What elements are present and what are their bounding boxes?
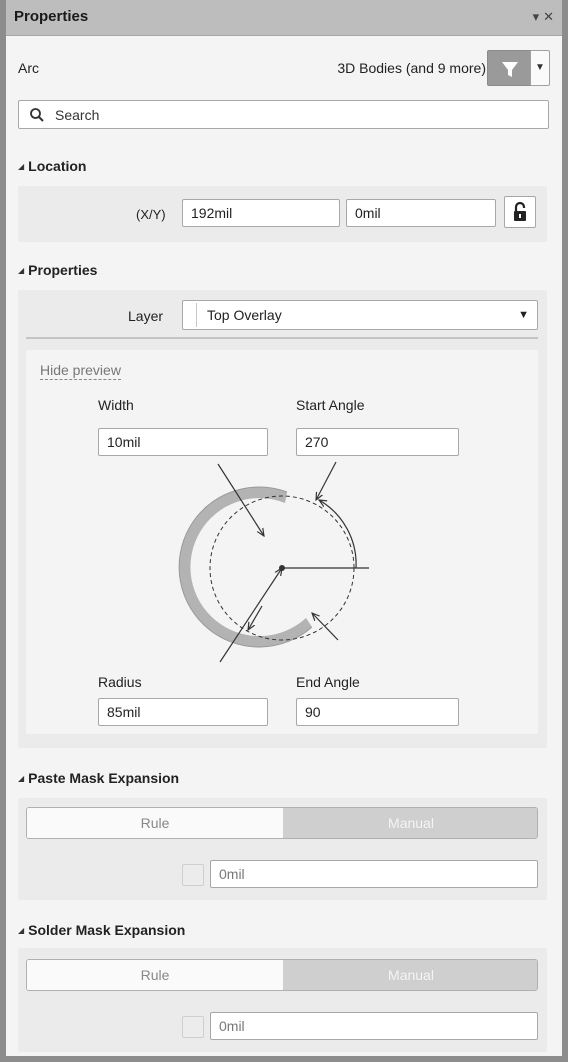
paste-mask-value-field[interactable]: 0mil [210, 860, 538, 888]
search-placeholder: Search [55, 107, 100, 123]
radius-field[interactable]: 85mil [98, 698, 268, 726]
titlebar-controls: ▾✕ [533, 9, 558, 25]
paste-mask-section-header[interactable]: ◢ Paste Mask Expansion [18, 770, 179, 786]
end-angle-field[interactable]: 90 [296, 698, 459, 726]
layer-color-swatch [187, 303, 197, 327]
collapse-triangle-icon: ◢ [18, 266, 25, 275]
radius-label: Radius [98, 674, 142, 690]
properties-title: Properties [28, 262, 98, 278]
xy-label: (X/Y) [136, 207, 166, 222]
object-type-label: Arc [18, 60, 39, 76]
search-icon [30, 108, 44, 122]
arc-preview-area: Hide preview Width 10mil Start Angle 270 [26, 350, 538, 734]
solder-mask-checkbox[interactable] [182, 1016, 204, 1038]
layer-select[interactable]: Top Overlay ▼ [182, 300, 538, 330]
solder-mask-value-field[interactable]: 0mil [210, 1012, 538, 1040]
filter-dropdown-button[interactable]: ▼ [530, 50, 550, 86]
collapse-triangle-icon: ◢ [18, 162, 25, 171]
paste-mask-mode-toggle: Rule Manual [26, 807, 538, 839]
divider [26, 337, 538, 339]
panel-title: Properties [14, 8, 89, 25]
paste-mask-manual-option[interactable]: Manual [283, 808, 537, 838]
end-angle-label: End Angle [296, 674, 360, 690]
layer-value: Top Overlay [207, 307, 282, 323]
properties-panel: Properties ▾✕ Arc 3D Bodies (and 9 more)… [0, 0, 568, 1062]
solder-mask-title: Solder Mask Expansion [28, 922, 186, 938]
solder-mask-mode-toggle: Rule Manual [26, 959, 538, 991]
panel-titlebar: Properties ▾✕ [6, 0, 562, 36]
padlock-open-icon [514, 201, 526, 221]
filter-summary[interactable]: 3D Bodies (and 9 more) [337, 60, 486, 76]
caret-down-icon: ▼ [535, 62, 545, 73]
solder-mask-section-header[interactable]: ◢ Solder Mask Expansion [18, 922, 185, 938]
x-coordinate-field[interactable]: 192mil [182, 199, 340, 227]
layer-label: Layer [128, 308, 164, 324]
paste-mask-title: Paste Mask Expansion [28, 770, 180, 786]
search-input[interactable]: Search [18, 100, 549, 129]
panel-content: Arc 3D Bodies (and 9 more) ▼ Search ◢ Loc… [6, 36, 562, 1056]
pin-down-icon[interactable]: ▾ [533, 9, 544, 24]
solder-mask-manual-option[interactable]: Manual [283, 960, 537, 990]
location-title: Location [28, 158, 87, 174]
location-section-header[interactable]: ◢ Location [18, 158, 87, 174]
properties-section-header[interactable]: ◢ Properties [18, 262, 97, 278]
caret-down-icon: ▼ [518, 309, 529, 321]
solder-mask-rule-option[interactable]: Rule [27, 960, 283, 990]
funnel-icon [502, 62, 518, 77]
collapse-triangle-icon: ◢ [18, 774, 25, 783]
lock-button[interactable] [504, 196, 536, 228]
collapse-triangle-icon: ◢ [18, 926, 25, 935]
filter-button[interactable] [487, 50, 531, 86]
close-icon[interactable]: ✕ [543, 9, 558, 24]
y-coordinate-field[interactable]: 0mil [346, 199, 496, 227]
paste-mask-rule-option[interactable]: Rule [27, 808, 283, 838]
paste-mask-checkbox[interactable] [182, 864, 204, 886]
